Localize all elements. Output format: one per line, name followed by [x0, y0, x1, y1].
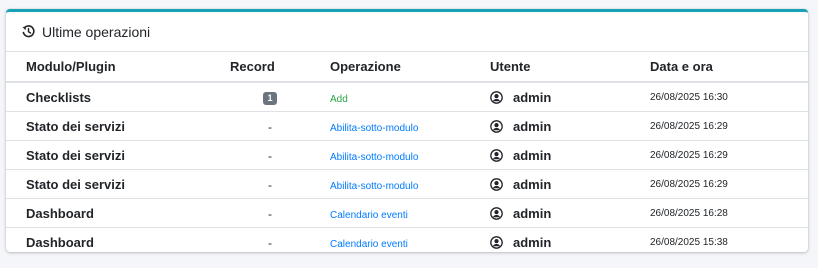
table-row[interactable]: Dashboard - Calendario eventi admin 26/08/20…	[6, 198, 808, 228]
col-header-user[interactable]: Utente	[490, 52, 650, 83]
table-body: Checklists 1 Add admin 26/08/2025 16:30 Stato…	[6, 82, 808, 256]
user-circle-icon	[490, 148, 503, 162]
user-name: admin	[513, 205, 552, 221]
user-name: admin	[513, 118, 552, 134]
table-row[interactable]: Stato dei servizi - Abilita-sotto-modulo ad…	[6, 140, 808, 170]
operation-label: Abilita-sotto-modulo	[330, 180, 419, 192]
recent-operations-card: Ultime operazioni Modulo/Plugin Record O…	[6, 9, 808, 252]
record-badge[interactable]: 1	[263, 92, 277, 105]
table-row[interactable]: Checklists 1 Add admin 26/08/2025 16:30	[6, 82, 808, 112]
operation-cell: Calendario eventi	[330, 228, 490, 257]
operation-label: Calendario eventi	[330, 238, 408, 250]
datetime-cell: 26/08/2025 15:38	[650, 236, 728, 248]
table-row[interactable]: Dashboard - Calendario eventi admin 26/08/20…	[6, 228, 808, 257]
record-cell: 1	[210, 82, 330, 112]
record-empty: -	[268, 148, 272, 163]
record-cell: -	[210, 140, 330, 170]
record-cell: -	[210, 228, 330, 257]
table-header-row: Modulo/Plugin Record Operazione Utente D…	[6, 52, 808, 83]
history-icon	[22, 25, 35, 38]
datetime-cell: 26/08/2025 16:29	[650, 111, 808, 141]
datetime-cell: 26/08/2025 16:28	[650, 198, 808, 228]
record-empty: -	[268, 119, 272, 134]
datetime-cell: 26/08/2025 16:29	[650, 169, 808, 199]
record-empty: -	[268, 177, 272, 192]
operation-cell: Add	[330, 82, 490, 112]
user-circle-icon	[490, 119, 503, 133]
col-header-record[interactable]: Record	[210, 52, 330, 83]
datetime-cell: 26/08/2025 16:30	[650, 82, 808, 112]
user-name: admin	[513, 147, 552, 163]
user-circle-icon	[490, 177, 503, 191]
user-cell: admin	[490, 169, 650, 199]
operation-label: Abilita-sotto-modulo	[330, 122, 419, 134]
user-cell: admin	[490, 228, 650, 257]
table-row[interactable]: Stato dei servizi - Abilita-sotto-modulo ad…	[6, 169, 808, 199]
card-title: Ultime operazioni	[42, 23, 151, 40]
operation-cell: Abilita-sotto-modulo	[330, 111, 490, 141]
user-name: admin	[513, 89, 552, 105]
module-cell: Dashboard	[6, 198, 210, 228]
user-name: admin	[513, 176, 552, 192]
record-cell: -	[210, 111, 330, 141]
col-header-operation[interactable]: Operazione	[330, 52, 490, 83]
user-circle-icon	[490, 206, 503, 220]
module-cell: Dashboard	[26, 234, 94, 250]
record-empty: -	[268, 235, 272, 250]
operation-cell: Abilita-sotto-modulo	[330, 169, 490, 199]
operation-cell: Abilita-sotto-modulo	[330, 140, 490, 170]
module-cell: Stato dei servizi	[6, 169, 210, 199]
datetime-cell: 26/08/2025 16:29	[650, 140, 808, 170]
record-empty: -	[268, 206, 272, 221]
operations-table: Modulo/Plugin Record Operazione Utente D…	[6, 52, 808, 256]
col-header-module[interactable]: Modulo/Plugin	[6, 52, 210, 83]
user-cell: admin	[490, 82, 650, 112]
operation-label: Add	[330, 93, 348, 105]
module-cell: Checklists	[6, 82, 210, 112]
module-cell: Stato dei servizi	[6, 140, 210, 170]
user-circle-icon	[490, 90, 503, 104]
card-header: Ultime operazioni	[6, 12, 808, 52]
operation-label: Abilita-sotto-modulo	[330, 151, 419, 163]
user-name: admin	[513, 234, 552, 250]
user-cell: admin	[490, 140, 650, 170]
operation-cell: Calendario eventi	[330, 198, 490, 228]
operation-label: Calendario eventi	[330, 209, 408, 221]
user-circle-icon	[490, 235, 503, 249]
record-cell: -	[210, 198, 330, 228]
table-row[interactable]: Stato dei servizi - Abilita-sotto-modulo ad…	[6, 111, 808, 141]
user-cell: admin	[490, 198, 650, 228]
col-header-datetime[interactable]: Data e ora	[650, 52, 808, 83]
user-cell: admin	[490, 111, 650, 141]
module-cell: Stato dei servizi	[6, 111, 210, 141]
record-cell: -	[210, 169, 330, 199]
